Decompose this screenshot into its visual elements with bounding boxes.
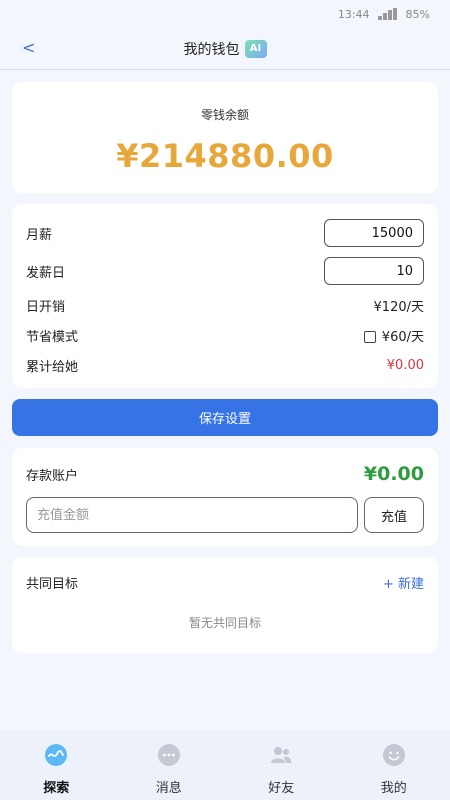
total-given-value: ¥0.00: [386, 357, 424, 373]
settings-card: 月薪 发薪日 日开销 ¥120/天 节省模式 ¥60/天 累计给她 ¥0.00: [12, 204, 438, 388]
tab-explore-label: 探索: [43, 781, 70, 796]
back-button[interactable]: <: [22, 38, 35, 57]
balance-value: ¥214880.00: [116, 137, 334, 175]
friends-icon: [271, 747, 292, 763]
profile-icon: [382, 744, 405, 766]
page-title: 我的钱包 AI: [184, 39, 267, 59]
signal-icon: [377, 8, 398, 20]
goal-card: 共同目标 + 新建 暂无共同目标: [12, 557, 438, 653]
goal-title: 共同目标: [26, 576, 79, 592]
daily-cost-row: 日开销 ¥120/天: [26, 290, 424, 320]
saving-mode-label: 节省模式: [26, 329, 79, 345]
deposit-card: 存款账户 ¥0.00 充值: [12, 448, 438, 546]
message-icon: [157, 744, 180, 766]
saving-mode-value: ¥60/天: [381, 329, 424, 345]
payday-row: 发薪日: [26, 252, 424, 290]
save-settings-button[interactable]: 保存设置: [12, 399, 438, 436]
daily-cost-value: ¥120/天: [373, 299, 424, 315]
total-given-label: 累计给她: [26, 359, 79, 375]
deposit-label: 存款账户: [26, 468, 79, 484]
payday-label: 发薪日: [26, 265, 66, 281]
deposit-value: ¥0.00: [363, 463, 424, 485]
ai-badge[interactable]: AI: [244, 39, 267, 58]
tab-bar: 探索 消息 好友 我的: [0, 730, 450, 800]
saving-mode-checkbox[interactable]: [363, 331, 376, 343]
deposit-row: 充值: [26, 497, 424, 533]
status-bar: 13:44 85%: [0, 0, 450, 28]
total-given-row: 累计给她 ¥0.00: [26, 350, 424, 380]
tab-profile-label: 我的: [380, 781, 407, 796]
salary-input[interactable]: [324, 219, 424, 247]
tab-explore[interactable]: 探索: [0, 730, 113, 800]
daily-cost-label: 日开销: [26, 299, 66, 315]
balance-card: 零钱余额 ¥214880.00: [12, 82, 438, 193]
balance-label: 零钱余额: [200, 108, 249, 122]
goal-empty-text: 暂无共同目标: [188, 616, 261, 630]
deposit-header: 存款账户 ¥0.00: [26, 462, 424, 486]
tab-messages-label: 消息: [155, 781, 182, 796]
page-header: < 我的钱包 AI: [0, 28, 450, 70]
new-goal-button[interactable]: + 新建: [383, 573, 424, 592]
salary-row: 月薪: [26, 214, 424, 252]
amount-input[interactable]: [26, 497, 358, 533]
tab-friends-label: 好友: [268, 781, 295, 796]
payday-input[interactable]: [324, 257, 424, 285]
status-time: 13:44: [337, 7, 370, 21]
saving-mode-option[interactable]: ¥60/天: [363, 326, 424, 345]
page-title-text: 我的钱包: [183, 41, 240, 58]
tab-friends[interactable]: 好友: [225, 730, 338, 800]
charge-button[interactable]: 充值: [364, 497, 424, 533]
explore-icon: [45, 744, 68, 766]
saving-mode-row: 节省模式 ¥60/天: [26, 320, 424, 350]
tab-profile[interactable]: 我的: [338, 730, 450, 800]
tab-messages[interactable]: 消息: [113, 730, 226, 800]
goal-header: 共同目标 + 新建: [26, 572, 424, 592]
salary-label: 月薪: [26, 227, 53, 243]
battery-level: 85%: [405, 7, 430, 21]
